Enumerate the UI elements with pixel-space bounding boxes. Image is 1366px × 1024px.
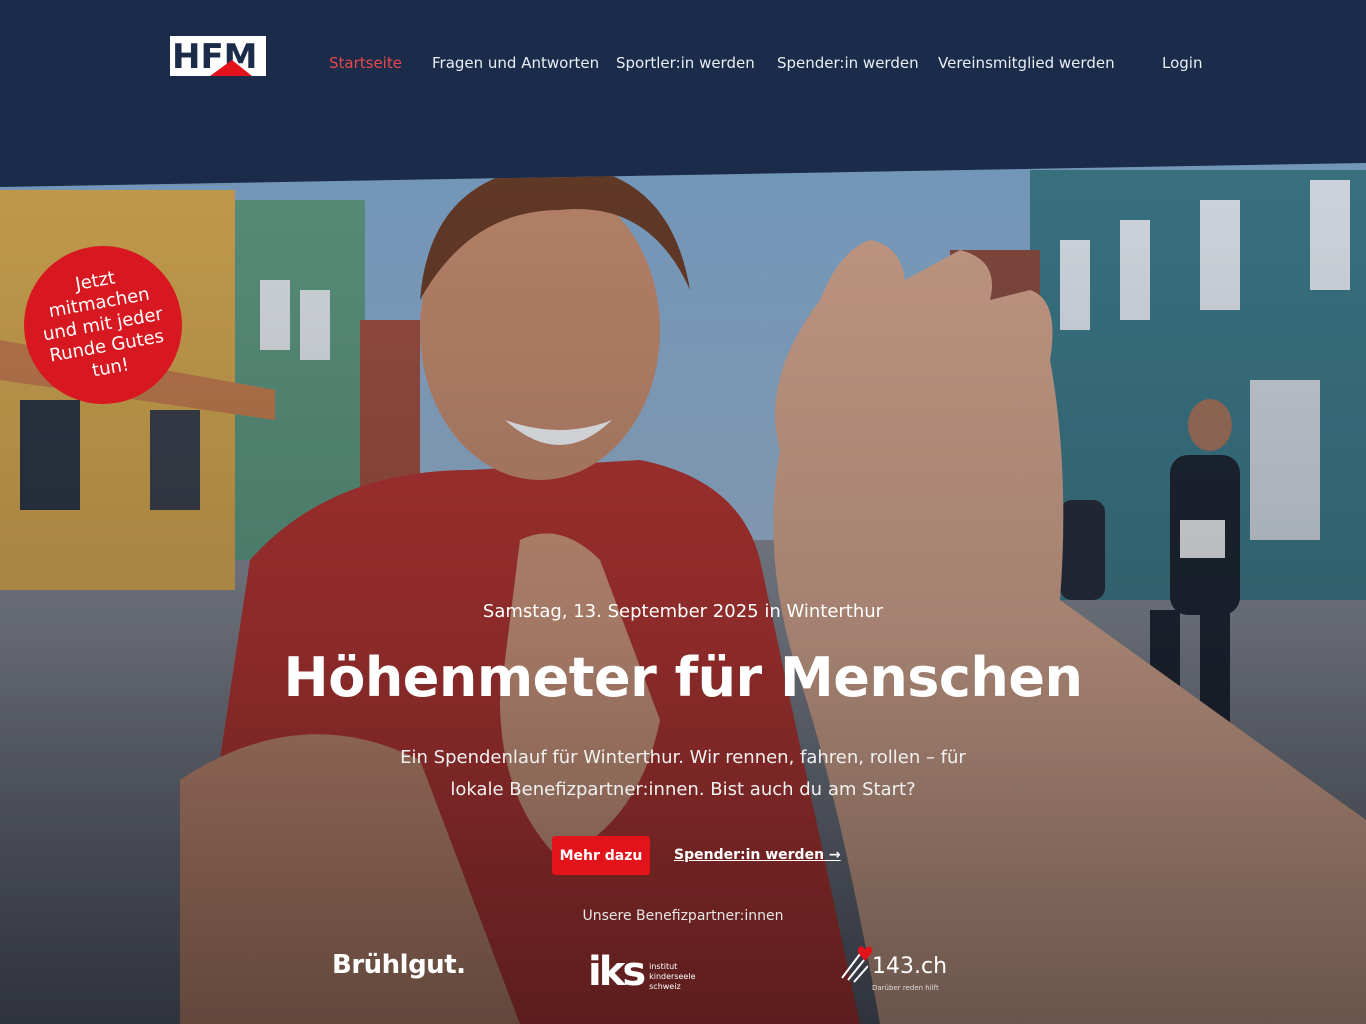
- iks-mark: iks: [588, 949, 646, 995]
- partner-logo-iks[interactable]: iks institut kinderseele schweiz: [588, 942, 696, 994]
- event-date: Samstag, 13. September 2025 in Winterthu…: [482, 601, 884, 622]
- hero-title: Höhenmeter für Menschen: [283, 646, 1083, 709]
- partner-logo-bruehlgut[interactable]: Brühlgut.: [332, 950, 466, 980]
- iks-line-3: schweiz: [649, 982, 681, 991]
- nav-item-vereinsmitglied[interactable]: Vereinsmitglied werden: [938, 54, 1115, 72]
- badge-text: Jetzt mitmachen und mit jeder Runde Gute…: [41, 267, 166, 382]
- nav-item-spender[interactable]: Spender:in werden: [777, 54, 919, 72]
- iks-line-1: institut: [649, 962, 678, 971]
- nav-item-startseite[interactable]: Startseite: [329, 54, 402, 72]
- partner-143-tagline: Darüber reden hilft: [872, 984, 939, 992]
- mehr-dazu-button[interactable]: Mehr dazu: [552, 836, 650, 875]
- hero-description: Ein Spendenlauf für Winterthur. Wir renn…: [400, 747, 966, 800]
- iks-line-2: kinderseele: [649, 972, 696, 981]
- main-navigation: Startseite Fragen und Antworten Sportler…: [0, 54, 1366, 76]
- partners-heading: Unsere Benefizpartner:innen: [582, 908, 784, 924]
- nav-item-faq[interactable]: Fragen und Antworten: [432, 54, 599, 72]
- nav-login-link[interactable]: Login: [1162, 54, 1202, 72]
- iks-caption: institut kinderseele schweiz: [649, 962, 695, 992]
- partner-143-name: 143.ch: [872, 954, 948, 979]
- partner-logo-143[interactable]: ♥ 143.ch Darüber reden hilft: [838, 942, 947, 996]
- nav-item-sportler[interactable]: Sportler:in werden: [616, 54, 755, 72]
- spender-werden-link[interactable]: Spender:in werden →: [674, 847, 841, 863]
